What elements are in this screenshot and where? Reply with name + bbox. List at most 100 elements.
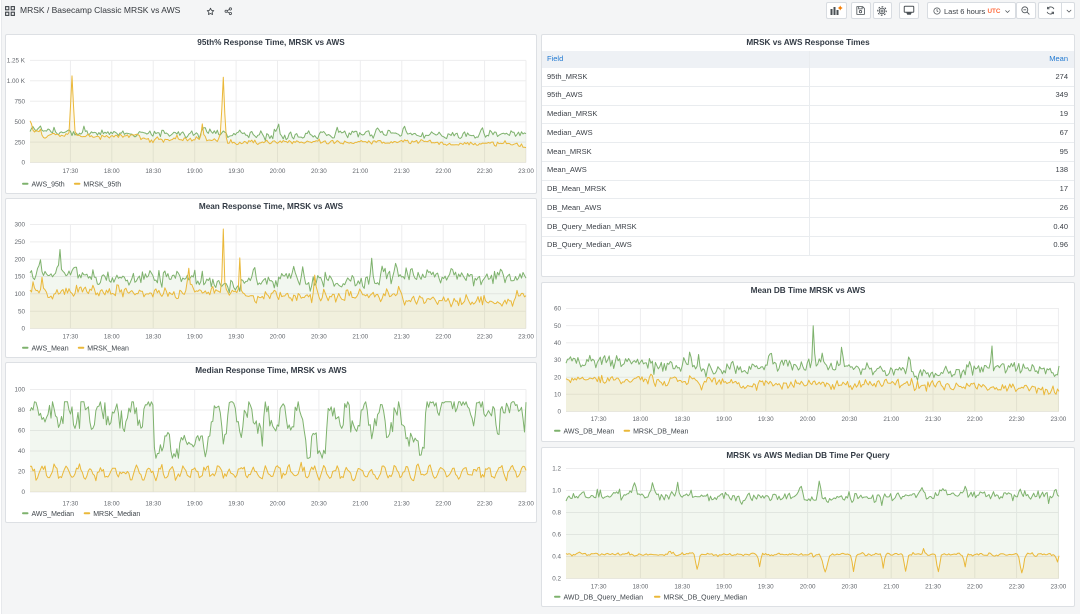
svg-text:200: 200 [14,256,25,263]
svg-text:19:00: 19:00 [716,416,732,423]
svg-text:18:00: 18:00 [633,416,649,423]
svg-text:21:00: 21:00 [352,501,368,508]
svg-text:22:00: 22:00 [967,584,983,591]
svg-text:18:30: 18:30 [145,168,161,175]
svg-text:23:00: 23:00 [518,501,534,508]
svg-text:AWS_95th: AWS_95th [32,182,65,189]
svg-text:17:30: 17:30 [63,501,79,508]
svg-text:1.2: 1.2 [552,466,561,473]
svg-text:23:00: 23:00 [1051,416,1067,423]
svg-text:MRSK_Mean: MRSK_Mean [87,346,129,353]
svg-text:18:00: 18:00 [104,334,120,341]
svg-text:21:30: 21:30 [394,501,410,508]
svg-text:20:00: 20:00 [270,334,286,341]
svg-text:750: 750 [14,98,25,105]
svg-text:0.6: 0.6 [552,532,561,539]
svg-text:18:30: 18:30 [674,584,690,591]
svg-text:21:30: 21:30 [394,334,410,341]
svg-text:17:30: 17:30 [63,168,79,175]
svg-text:23:00: 23:00 [518,168,534,175]
svg-text:21:00: 21:00 [352,334,368,341]
svg-text:80: 80 [18,407,26,414]
svg-text:22:30: 22:30 [477,501,493,508]
svg-text:0.8: 0.8 [552,510,561,517]
svg-text:21:00: 21:00 [352,168,368,175]
svg-text:18:30: 18:30 [145,334,161,341]
svg-text:20:00: 20:00 [270,501,286,508]
svg-text:23:00: 23:00 [518,334,534,341]
svg-text:19:00: 19:00 [187,334,203,341]
svg-text:17:30: 17:30 [63,334,79,341]
svg-text:20:30: 20:30 [311,334,327,341]
svg-text:20:30: 20:30 [842,584,858,591]
svg-text:AWS_Mean: AWS_Mean [32,346,69,353]
svg-text:0: 0 [557,409,561,416]
svg-text:MRSK_Median: MRSK_Median [93,511,140,518]
svg-text:23:00: 23:00 [1051,584,1067,591]
svg-text:60: 60 [18,428,26,435]
svg-text:20:30: 20:30 [311,501,327,508]
svg-text:17:30: 17:30 [591,416,607,423]
svg-text:40: 40 [554,340,562,347]
svg-text:22:00: 22:00 [435,168,451,175]
svg-text:1.0: 1.0 [552,488,561,495]
svg-text:18:00: 18:00 [104,501,120,508]
svg-text:0: 0 [21,160,25,167]
svg-text:18:30: 18:30 [674,416,690,423]
svg-text:20:30: 20:30 [842,416,858,423]
svg-text:0: 0 [21,326,25,333]
svg-text:22:00: 22:00 [435,501,451,508]
svg-text:22:30: 22:30 [477,334,493,341]
svg-text:20:00: 20:00 [800,584,816,591]
svg-text:18:30: 18:30 [145,501,161,508]
svg-text:19:30: 19:30 [228,168,244,175]
svg-text:21:30: 21:30 [925,584,941,591]
svg-text:MRSK_DB_Query_Median: MRSK_DB_Query_Median [663,595,747,602]
svg-text:18:00: 18:00 [104,168,120,175]
svg-text:MRSK_95th: MRSK_95th [83,182,121,189]
svg-text:1.00 K: 1.00 K [7,78,26,85]
svg-text:19:00: 19:00 [187,501,203,508]
svg-text:20:00: 20:00 [270,168,286,175]
svg-text:AWS_Median: AWS_Median [32,511,75,518]
svg-text:100: 100 [14,387,25,394]
svg-text:1.25 K: 1.25 K [7,58,26,65]
svg-text:19:30: 19:30 [228,501,244,508]
svg-text:300: 300 [14,222,25,229]
svg-text:20:30: 20:30 [311,168,327,175]
svg-text:150: 150 [14,274,25,281]
svg-text:500: 500 [14,119,25,126]
svg-text:21:30: 21:30 [925,416,941,423]
svg-text:MRSK_DB_Mean: MRSK_DB_Mean [633,429,688,436]
svg-text:30: 30 [554,357,562,364]
svg-text:21:00: 21:00 [883,416,899,423]
svg-text:20: 20 [554,374,562,381]
svg-text:0.2: 0.2 [552,576,561,583]
svg-text:100: 100 [14,291,25,298]
svg-text:0.4: 0.4 [552,554,561,561]
svg-text:AWS_DB_Mean: AWS_DB_Mean [564,429,615,436]
svg-text:19:30: 19:30 [228,334,244,341]
svg-text:19:30: 19:30 [758,416,774,423]
svg-text:19:00: 19:00 [716,584,732,591]
svg-text:21:30: 21:30 [394,168,410,175]
svg-text:40: 40 [18,448,26,455]
svg-text:18:00: 18:00 [633,584,649,591]
svg-text:17:30: 17:30 [591,584,607,591]
svg-text:0: 0 [21,489,25,496]
svg-text:10: 10 [554,392,562,399]
svg-text:19:00: 19:00 [187,168,203,175]
svg-text:21:00: 21:00 [883,584,899,591]
svg-text:19:30: 19:30 [758,584,774,591]
svg-text:AWD_DB_Query_Median: AWD_DB_Query_Median [564,595,644,602]
svg-text:22:00: 22:00 [435,334,451,341]
svg-text:20: 20 [18,469,26,476]
svg-text:22:30: 22:30 [1009,584,1025,591]
svg-text:22:00: 22:00 [967,416,983,423]
svg-text:250: 250 [14,239,25,246]
svg-text:22:30: 22:30 [477,168,493,175]
svg-text:22:30: 22:30 [1009,416,1025,423]
svg-text:250: 250 [14,139,25,146]
svg-text:50: 50 [18,308,26,315]
svg-text:20:00: 20:00 [800,416,816,423]
